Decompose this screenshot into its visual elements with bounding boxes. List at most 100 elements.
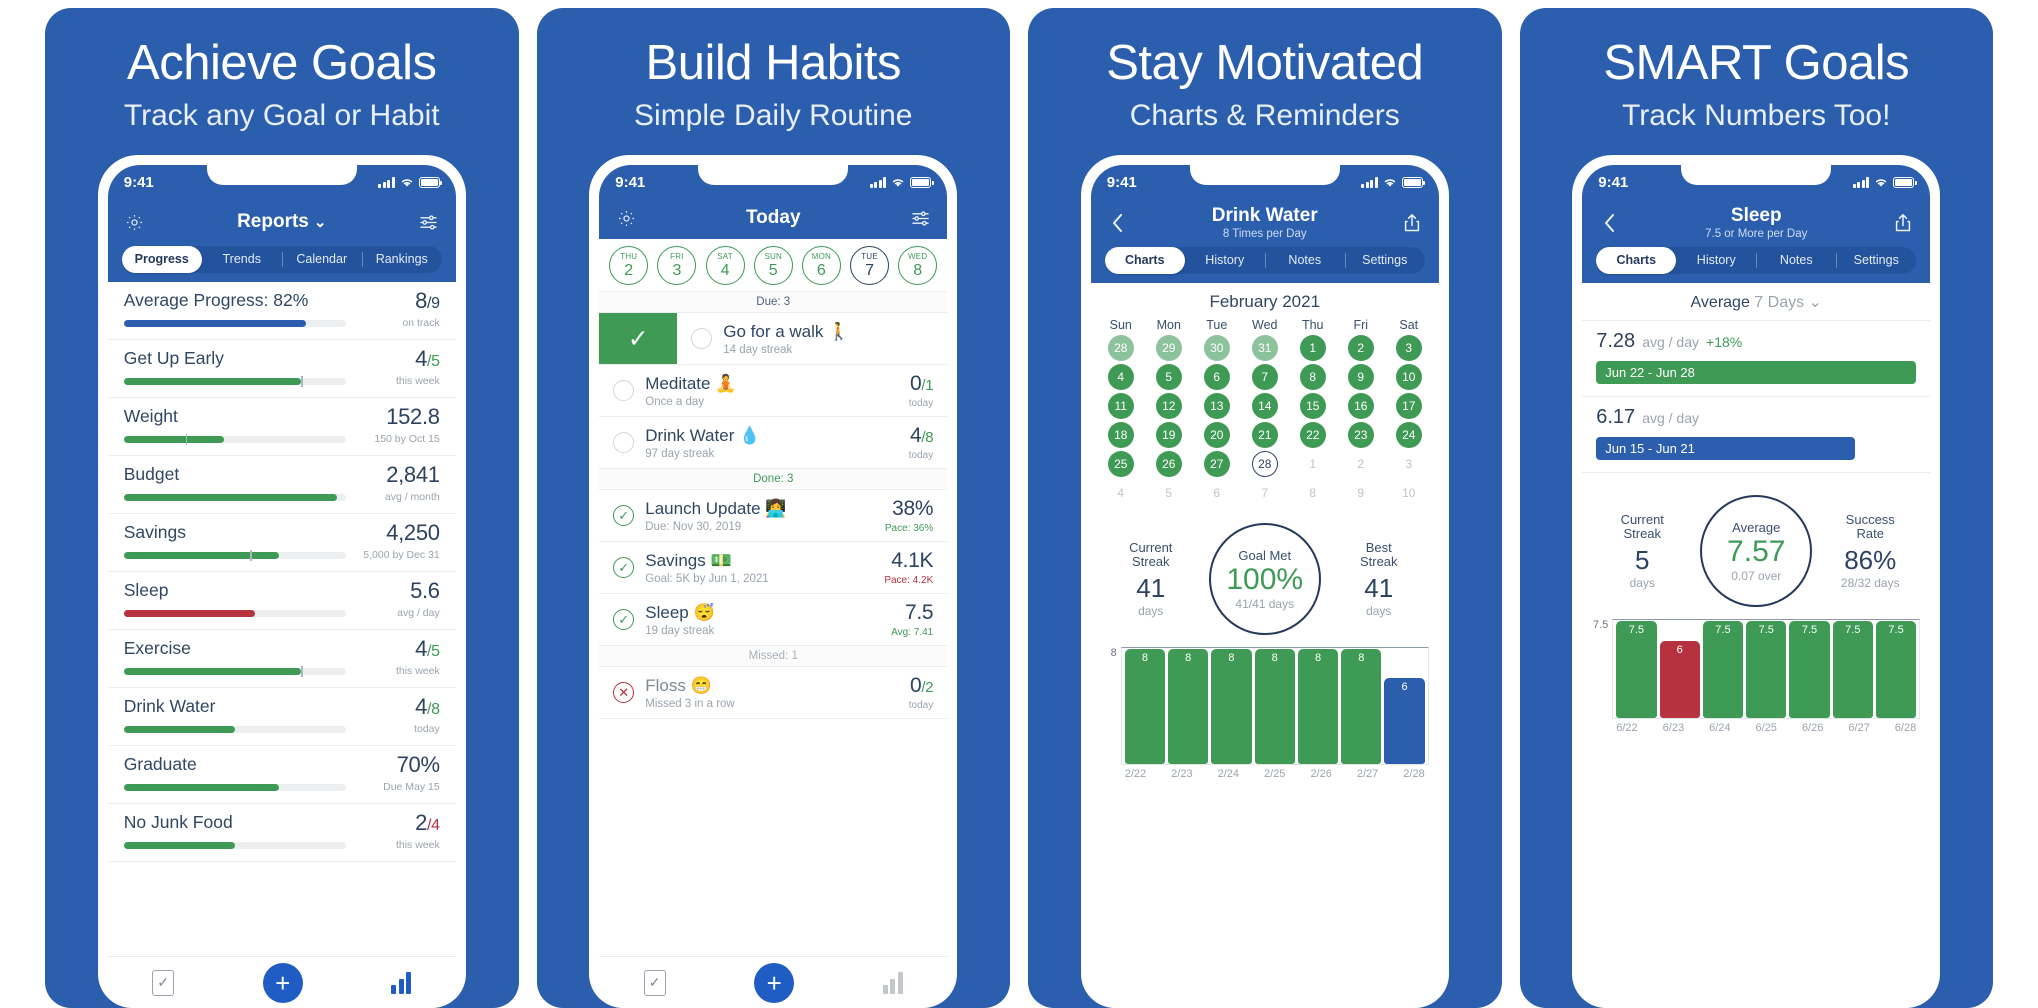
- calendar-day[interactable]: 31: [1251, 335, 1278, 362]
- calendar-day[interactable]: 8: [1300, 480, 1326, 506]
- tab-settings[interactable]: Settings: [1836, 247, 1916, 274]
- tab-settings[interactable]: Settings: [1344, 247, 1425, 274]
- calendar-day[interactable]: 28: [1107, 335, 1134, 362]
- table-row[interactable]: Budget 2,841 avg / month: [107, 456, 456, 515]
- calendar-day[interactable]: 7: [1251, 364, 1278, 391]
- checklist-icon[interactable]: ✓: [643, 969, 666, 996]
- swipe-complete-action[interactable]: ✓: [599, 313, 678, 365]
- calendar-day[interactable]: 22: [1299, 422, 1326, 449]
- calendar-day[interactable]: 23: [1347, 422, 1374, 449]
- calendar-day[interactable]: 4: [1108, 480, 1134, 506]
- calendar-day[interactable]: 3: [1395, 335, 1422, 362]
- table-row[interactable]: No Junk Food 2/4 this week: [107, 804, 456, 863]
- day-circle[interactable]: WED 8: [898, 246, 938, 286]
- calendar-day[interactable]: 8: [1299, 364, 1326, 391]
- calendar-day[interactable]: 5: [1155, 364, 1182, 391]
- bar-chart-icon[interactable]: [391, 971, 412, 994]
- calendar-day[interactable]: 12: [1155, 393, 1182, 420]
- tab-history[interactable]: History: [1185, 247, 1265, 274]
- table-row[interactable]: Exercise 4/5 this week: [107, 630, 456, 689]
- table-row[interactable]: Graduate 70% Due May 15: [107, 746, 456, 805]
- back-chevron-icon[interactable]: [1596, 210, 1622, 236]
- filter-sliders-icon[interactable]: [907, 205, 933, 231]
- add-button[interactable]: +: [262, 962, 303, 1003]
- checkbox-circle[interactable]: [613, 432, 635, 454]
- calendar-day[interactable]: 28: [1251, 451, 1278, 478]
- day-circle[interactable]: MON 6: [801, 246, 841, 286]
- calendar-day[interactable]: 30: [1203, 335, 1230, 362]
- table-row[interactable]: Savings 4,250 5,000 by Dec 31: [107, 514, 456, 573]
- table-row[interactable]: Weight 152.8 150 by Oct 15: [107, 398, 456, 457]
- checklist-icon[interactable]: ✓: [152, 969, 175, 996]
- calendar-day[interactable]: 13: [1203, 393, 1230, 420]
- calendar-day[interactable]: 21: [1251, 422, 1278, 449]
- calendar-day[interactable]: 4: [1107, 364, 1134, 391]
- list-item[interactable]: ✓ Launch Update 👩‍💻 Due: Nov 30, 2019 38% Pa…: [599, 490, 948, 543]
- tab-notes[interactable]: Notes: [1264, 247, 1345, 274]
- table-row[interactable]: Get Up Early 4/5 this week: [107, 340, 456, 399]
- list-item[interactable]: ✓ Go for a walk 🚶 14 day streak: [599, 313, 948, 366]
- tab-trends[interactable]: Trends: [202, 246, 282, 273]
- tab-calendar[interactable]: Calendar: [281, 246, 362, 273]
- checkbox-circle[interactable]: [691, 328, 713, 350]
- calendar-day[interactable]: 6: [1203, 364, 1230, 391]
- add-button[interactable]: +: [754, 962, 795, 1003]
- tab-history[interactable]: History: [1676, 247, 1756, 274]
- day-circle[interactable]: THU 2: [609, 246, 649, 286]
- calendar-day[interactable]: 27: [1203, 451, 1230, 478]
- average-period-header[interactable]: Average 7 Days ⌄: [1582, 283, 1931, 322]
- tab-charts[interactable]: Charts: [1596, 247, 1677, 275]
- calendar-day[interactable]: 1: [1300, 451, 1326, 477]
- calendar-day[interactable]: 2: [1348, 451, 1374, 477]
- calendar-day[interactable]: 17: [1395, 393, 1422, 420]
- calendar-day[interactable]: 14: [1251, 393, 1278, 420]
- calendar-day[interactable]: 10: [1396, 480, 1422, 506]
- list-item[interactable]: Meditate 🧘 Once a day 0/1 today: [599, 365, 948, 418]
- list-item[interactable]: ✓ Sleep 😴 19 day streak 7.5 Avg: 7.41: [599, 594, 948, 647]
- calendar-day[interactable]: 9: [1348, 480, 1374, 506]
- calendar-day[interactable]: 6: [1204, 480, 1230, 506]
- calendar-day[interactable]: 1: [1299, 335, 1326, 362]
- calendar-day[interactable]: 20: [1203, 422, 1230, 449]
- table-row[interactable]: Sleep 5.6 avg / day: [107, 572, 456, 631]
- calendar-day[interactable]: 9: [1347, 364, 1374, 391]
- day-circle[interactable]: SUN 5: [753, 246, 793, 286]
- day-circle[interactable]: TUE 7: [850, 246, 890, 286]
- done-check-icon[interactable]: ✓: [613, 557, 635, 579]
- tab-notes[interactable]: Notes: [1756, 247, 1836, 274]
- done-check-icon[interactable]: ✓: [613, 505, 635, 527]
- checkbox-circle[interactable]: [613, 380, 635, 402]
- week-strip[interactable]: THU 2 FRI 3 SAT 4 SUN 5 MON 6 TUE 7 WED 8: [599, 239, 948, 293]
- calendar-day[interactable]: 10: [1395, 364, 1422, 391]
- calendar-day[interactable]: 15: [1299, 393, 1326, 420]
- calendar-day[interactable]: 2: [1347, 335, 1374, 362]
- chevron-down-icon[interactable]: ⌄: [314, 213, 327, 231]
- bar-chart-icon[interactable]: [882, 971, 903, 994]
- chevron-down-icon[interactable]: ⌄: [1809, 294, 1822, 311]
- calendar-day[interactable]: 18: [1107, 422, 1134, 449]
- share-icon[interactable]: [1399, 210, 1425, 236]
- day-circle[interactable]: SAT 4: [705, 246, 745, 286]
- gear-icon[interactable]: [613, 205, 639, 231]
- filter-sliders-icon[interactable]: [416, 209, 442, 235]
- calendar-day[interactable]: 25: [1107, 451, 1134, 478]
- calendar-day[interactable]: 3: [1396, 451, 1422, 477]
- day-circle[interactable]: FRI 3: [657, 246, 697, 286]
- tab-charts[interactable]: Charts: [1104, 247, 1185, 275]
- table-row[interactable]: Average Progress: 82% 8/9 on track: [107, 282, 456, 341]
- list-item[interactable]: Drink Water 💧 97 day streak 4/8 today: [599, 417, 948, 470]
- today-task-list[interactable]: Due: 3 ✓ Go for a walk 🚶 14 day streak Medit…: [599, 292, 948, 956]
- table-row[interactable]: Drink Water 4/8 today: [107, 688, 456, 747]
- done-check-icon[interactable]: ✓: [613, 609, 635, 631]
- calendar-day[interactable]: 16: [1347, 393, 1374, 420]
- list-item[interactable]: ✓ Savings 💵 Goal: 5K by Jun 1, 2021 4.1K Pac…: [599, 542, 948, 595]
- gear-icon[interactable]: [122, 209, 148, 235]
- calendar-day[interactable]: 5: [1156, 480, 1182, 506]
- calendar-day[interactable]: 11: [1107, 393, 1134, 420]
- calendar-day[interactable]: 26: [1155, 451, 1182, 478]
- calendar-day[interactable]: 29: [1155, 335, 1182, 362]
- calendar-day[interactable]: 24: [1395, 422, 1422, 449]
- calendar-day[interactable]: 19: [1155, 422, 1182, 449]
- list-item[interactable]: ✕ Floss 😁 Missed 3 in a row 0/2 today: [599, 667, 948, 720]
- back-chevron-icon[interactable]: [1105, 210, 1131, 236]
